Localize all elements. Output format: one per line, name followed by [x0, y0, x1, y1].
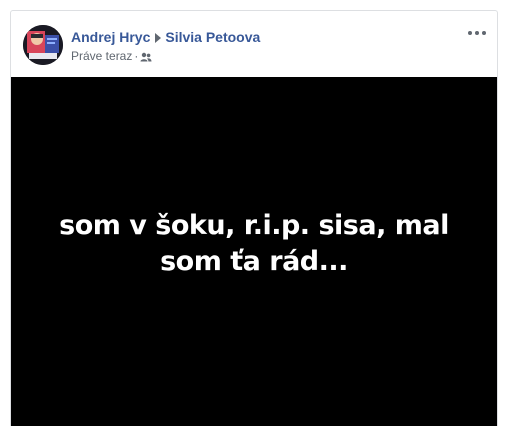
recipient-name-link[interactable]: Silvia Petoova	[165, 29, 260, 45]
more-dot	[482, 31, 486, 35]
meta-separator: ·	[134, 49, 139, 63]
post-header: Andrej Hryc Silvia Petoova Práve teraz ·	[11, 11, 497, 77]
post-meta: Práve teraz ·	[71, 48, 152, 66]
more-options-icon[interactable]	[467, 27, 487, 39]
post-timestamp-link[interactable]: Práve teraz	[71, 49, 132, 63]
author-avatar[interactable]	[23, 25, 63, 65]
arrow-right-icon	[155, 33, 162, 43]
friends-icon[interactable]	[140, 50, 152, 66]
more-dot	[468, 31, 472, 35]
more-dot	[475, 31, 479, 35]
status-background: som v šoku, r.i.p. sisa, mal som ťa rád.…	[11, 77, 497, 426]
post-card: Andrej Hryc Silvia Petoova Práve teraz · s…	[10, 10, 498, 426]
post-names: Andrej Hryc Silvia Petoova	[71, 28, 260, 46]
author-name-link[interactable]: Andrej Hryc	[71, 29, 150, 45]
status-text: som v šoku, r.i.p. sisa, mal som ťa rád.…	[59, 210, 449, 277]
